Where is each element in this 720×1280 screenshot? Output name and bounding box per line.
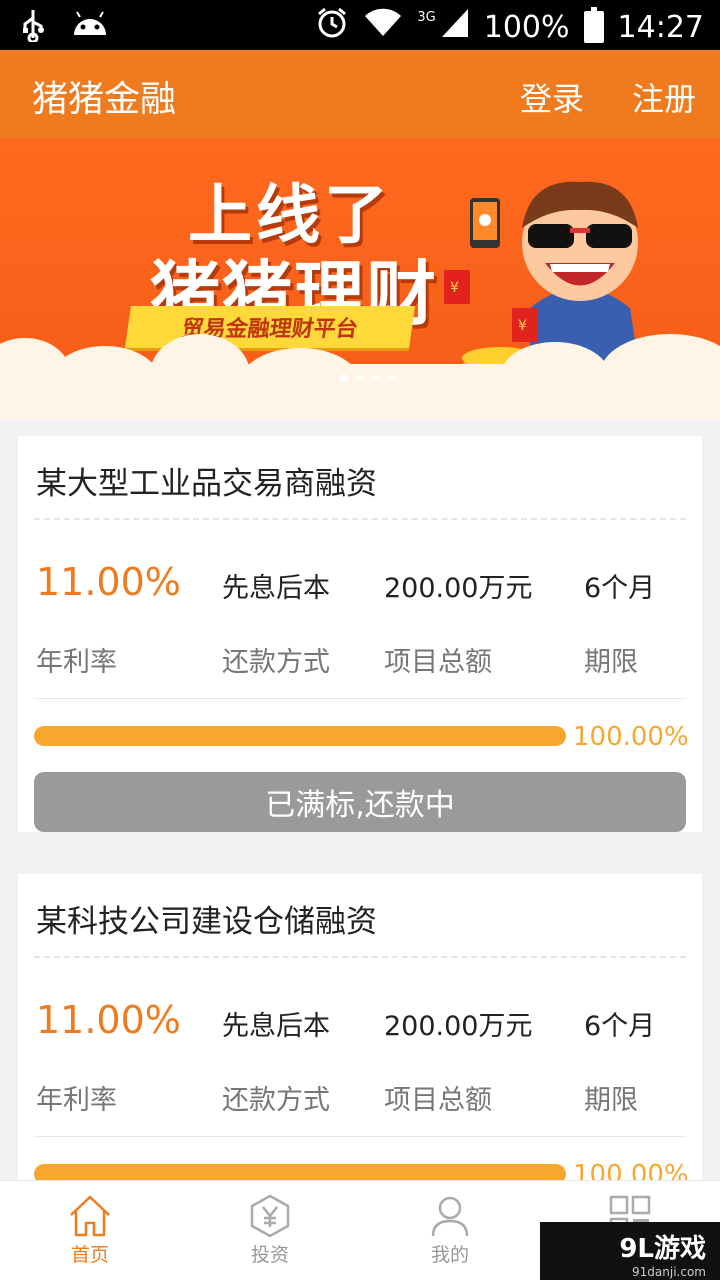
divider: [34, 698, 686, 699]
total-amount-label: 项目总额: [384, 1085, 492, 1116]
progress-fill: [34, 1164, 566, 1180]
project-card[interactable]: 某科技公司建设仓储融资 11.00% 先息后本 200.00万元 6个月 年利率…: [18, 874, 702, 1180]
banner-clouds: [0, 334, 720, 418]
tab-invest[interactable]: 投资: [180, 1181, 360, 1280]
term-value: 6个月: [584, 1011, 656, 1042]
tab-mine[interactable]: 我的: [360, 1181, 540, 1280]
total-amount-value: 200.00万元: [384, 573, 533, 604]
site-watermark: 9L游戏 91danji.com: [540, 1222, 720, 1280]
user-icon: [431, 1196, 469, 1237]
repay-method-label: 还款方式: [222, 647, 330, 678]
status-button[interactable]: 已满标,还款中: [34, 772, 686, 832]
clock: 14:27: [617, 9, 704, 45]
project-name: 某大型工业品交易商融资: [36, 466, 377, 502]
term-label: 期限: [584, 647, 638, 678]
login-button[interactable]: 登录: [520, 74, 584, 120]
banner-pager[interactable]: [340, 374, 396, 382]
progress-percent: 100.00%: [573, 722, 689, 752]
divider: [34, 956, 686, 958]
pager-dot[interactable]: [356, 374, 364, 382]
project-card[interactable]: 某大型工业品交易商融资 11.00% 先息后本 200.00万元 6个月 年利率…: [18, 436, 702, 832]
project-name: 某科技公司建设仓储融资: [36, 904, 377, 940]
battery-percent: 100%: [483, 9, 570, 45]
repay-method-label: 还款方式: [222, 1085, 330, 1116]
watermark-brand: 9L游戏: [619, 1234, 706, 1264]
progress-percent: 100.00%: [573, 1160, 689, 1180]
term-value: 6个月: [584, 573, 656, 604]
signal-icon: [440, 7, 470, 47]
annual-rate-value: 11.00%: [36, 560, 181, 604]
watermark-site: 91danji.com: [632, 1265, 706, 1279]
progress-fill: [34, 726, 566, 746]
term-label: 期限: [584, 1085, 638, 1116]
promo-banner[interactable]: 上线了 猪猪理财 贸易金融理财平台 ¥ ¥: [0, 138, 720, 418]
battery-icon: [583, 7, 604, 43]
funding-progress-bar: [34, 1164, 566, 1180]
alarm-icon: [315, 6, 349, 48]
pager-dot[interactable]: [388, 374, 396, 382]
annual-rate-label: 年利率: [36, 647, 117, 678]
divider: [34, 1136, 686, 1137]
tab-mine-label: 我的: [430, 1244, 469, 1266]
wifi-icon: [363, 8, 403, 46]
svg-text:¥: ¥: [450, 280, 459, 296]
status-button-label: 已满标,还款中: [265, 788, 455, 823]
app-bar: 猪猪金融 登录 注册: [0, 50, 720, 138]
app-title: 猪猪金融: [32, 79, 177, 120]
svg-text:¥: ¥: [518, 318, 527, 334]
pager-dot[interactable]: [340, 374, 348, 382]
network-type: 3G: [417, 9, 436, 25]
pager-dot[interactable]: [372, 374, 380, 382]
android-icon: [72, 11, 108, 43]
annual-rate-value: 11.00%: [36, 998, 181, 1042]
status-bar: 3G 100% 14:27: [0, 0, 720, 50]
register-button[interactable]: 注册: [632, 74, 696, 120]
tab-home-label: 首页: [70, 1244, 109, 1266]
repay-method-value: 先息后本: [222, 573, 330, 604]
usb-icon: [20, 8, 46, 46]
tab-invest-label: 投资: [250, 1244, 289, 1266]
funding-progress-bar: [34, 726, 566, 746]
total-amount-label: 项目总额: [384, 647, 492, 678]
home-icon: [70, 1195, 110, 1237]
tab-home[interactable]: 首页: [0, 1181, 180, 1280]
yen-icon: [250, 1194, 290, 1238]
repay-method-value: 先息后本: [222, 1011, 330, 1042]
annual-rate-label: 年利率: [36, 1085, 117, 1116]
divider: [34, 518, 686, 520]
total-amount-value: 200.00万元: [384, 1011, 533, 1042]
